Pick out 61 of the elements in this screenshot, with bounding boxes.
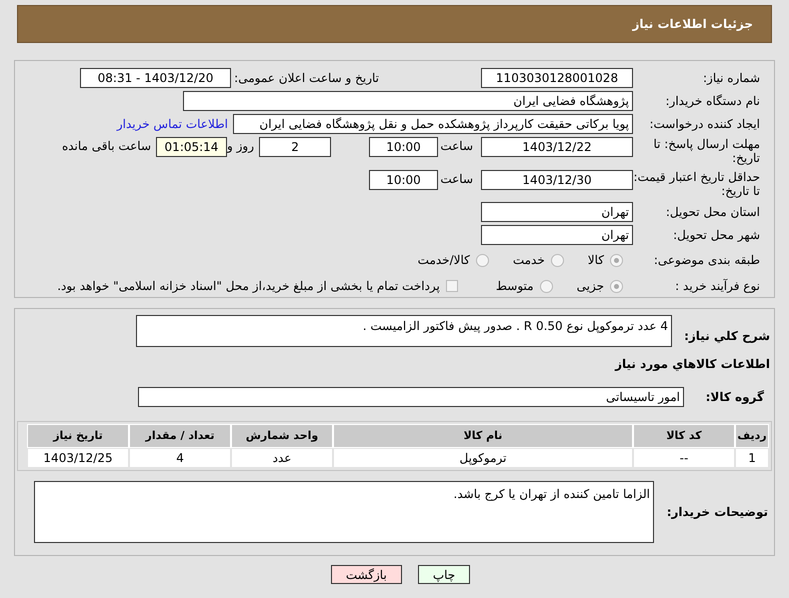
text-field[interactable]: 1103030128001028 (481, 68, 633, 88)
table-cell: 1403/12/25 (27, 448, 129, 468)
table-cell: -- (633, 448, 735, 468)
field-label: طبقه بندی موضوعی: (652, 252, 760, 270)
text-field[interactable]: 1403/12/20 - 08:31 (80, 68, 231, 88)
radio-button[interactable] (610, 254, 623, 267)
text-field[interactable]: تهران (481, 225, 633, 246)
text-field[interactable]: تهران (481, 202, 633, 222)
column-header: نام کالا (333, 424, 633, 448)
field-label: ساعت (439, 170, 474, 188)
text-field[interactable]: 1403/12/22 (481, 137, 633, 157)
column-header: ردیف (735, 424, 769, 448)
field-label: تاریخ و ساعت اعلان عمومی: (233, 70, 379, 87)
field-label: گروه کالا: (704, 389, 765, 406)
column-header: تاریخ نیاز (27, 424, 129, 448)
field-label: نوع فرآیند خرید : (674, 278, 760, 296)
radio-button[interactable] (540, 280, 553, 293)
radio-label: جزیی (576, 278, 604, 296)
field-label: نام دستگاه خریدار: (664, 93, 760, 110)
field-label: شهر محل تحویل: (672, 227, 760, 244)
field-label: مهلت ارسال پاسخ: تا تاریخ: (652, 137, 760, 165)
table-cell: 4 (129, 448, 231, 468)
column-header: تعداد / مقدار (129, 424, 231, 448)
field-label: شرح کلي نياز: (683, 328, 770, 345)
field-label: حداقل تاریخ اعتبار قیمت: تا تاریخ: (633, 170, 760, 198)
field-label: ایجاد کننده درخواست: (648, 116, 760, 133)
radio-label: خدمت (512, 252, 545, 270)
column-header: واحد شمارش (231, 424, 333, 448)
field-label: استان محل تحویل: (664, 204, 760, 222)
field-label: روز و (227, 138, 255, 155)
column-header: کد کالا (633, 424, 735, 448)
radio-label: کالا (588, 252, 604, 270)
contact-link[interactable]: اطلاعات تماس خریدار (116, 115, 228, 133)
radio-button[interactable] (476, 254, 489, 267)
text-field[interactable]: پژوهشگاه فضایی ایران (183, 91, 633, 111)
payment-note: پرداخت تمام یا بخشی از مبلغ خرید،از محل "اسناد خزانه اسلامی" خواهد بود. (57, 278, 440, 296)
checkbox[interactable] (446, 280, 458, 292)
text-field[interactable]: 10:00 (369, 137, 438, 157)
field-label: ساعت باقی مانده (62, 138, 152, 155)
description-textarea[interactable]: 4 عدد ترموکوپل نوع R 0.50 . صدور پیش فاکتور الزامیست . (136, 315, 672, 347)
page-title: جزئیات اطلاعات نیاز (632, 16, 753, 33)
text-field[interactable]: 10:00 (369, 170, 438, 190)
text-field[interactable]: امور تاسیساتی (138, 387, 684, 407)
radio-label: کالا/خدمت (418, 252, 470, 270)
print-button[interactable]: چاپ (418, 565, 470, 584)
table-cell: 1 (735, 448, 769, 468)
radio-label: متوسط (496, 278, 534, 296)
table-cell: عدد (231, 448, 333, 468)
field-label: اطلاعات کالاهاي مورد نياز (614, 356, 770, 373)
table-cell: ترموکوپل (333, 448, 633, 468)
text-field[interactable]: پویا برکاتی حقیقت کارپرداز پژوهشکده حمل و نقل پژوهشگاه فضایی ایران (233, 114, 633, 134)
field-label: شماره نیاز: (702, 70, 760, 87)
radio-button[interactable] (550, 254, 564, 267)
field-label: ساعت (439, 138, 474, 155)
back-button[interactable]: بازگشت (330, 565, 402, 584)
field-label: توضیحات خریدار: (666, 504, 769, 521)
text-field[interactable]: 2 (259, 137, 331, 157)
text-field[interactable]: 1403/12/30 (481, 170, 633, 190)
radio-button[interactable] (610, 280, 623, 293)
notes-textarea[interactable]: الزاما تامین کننده از تهران یا کرج باشد. (34, 481, 654, 543)
text-field[interactable]: 01:05:14 (156, 137, 227, 157)
